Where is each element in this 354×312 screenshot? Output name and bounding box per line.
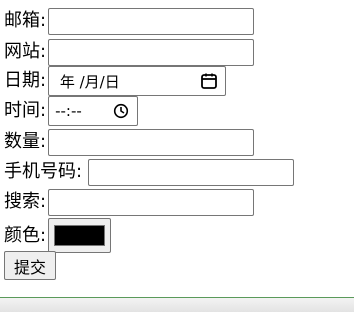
date-field[interactable]: 年 /月/日: [48, 66, 227, 96]
time-field[interactable]: --:--: [48, 96, 139, 126]
website-field[interactable]: [48, 38, 255, 66]
clock-icon[interactable]: [111, 101, 131, 121]
submit-button[interactable]: 提交: [4, 251, 56, 280]
color-label: 颜色:: [4, 224, 47, 246]
date-row: 日期: 年 /月/日: [4, 66, 227, 96]
phone-label: 手机号码:: [4, 161, 83, 182]
calendar-icon[interactable]: [199, 71, 219, 91]
email-label: 邮箱:: [4, 10, 47, 31]
email-field[interactable]: [48, 7, 255, 35]
quantity-row: 数量:: [4, 127, 255, 157]
time-row: 时间: --:--: [4, 96, 139, 126]
color-swatch: [54, 225, 106, 246]
search-row: 搜索:: [4, 187, 255, 217]
color-row: 颜色:: [4, 218, 112, 253]
time-label: 时间:: [4, 100, 47, 121]
time-display: --:--: [55, 102, 82, 120]
phone-field[interactable]: [88, 158, 295, 186]
color-picker[interactable]: [48, 218, 112, 253]
phone-row: 手机号码:: [4, 157, 295, 187]
email-row: 邮箱:: [4, 6, 255, 36]
quantity-field[interactable]: [48, 128, 255, 156]
quantity-label: 数量:: [4, 131, 47, 152]
window-bottom-edge: [0, 297, 354, 312]
date-display: 年 /月/日: [55, 72, 120, 91]
website-row: 网站:: [4, 37, 255, 67]
date-label: 日期:: [4, 70, 47, 91]
website-label: 网站:: [4, 41, 47, 62]
search-field[interactable]: [48, 188, 255, 216]
search-label: 搜索:: [4, 191, 47, 212]
